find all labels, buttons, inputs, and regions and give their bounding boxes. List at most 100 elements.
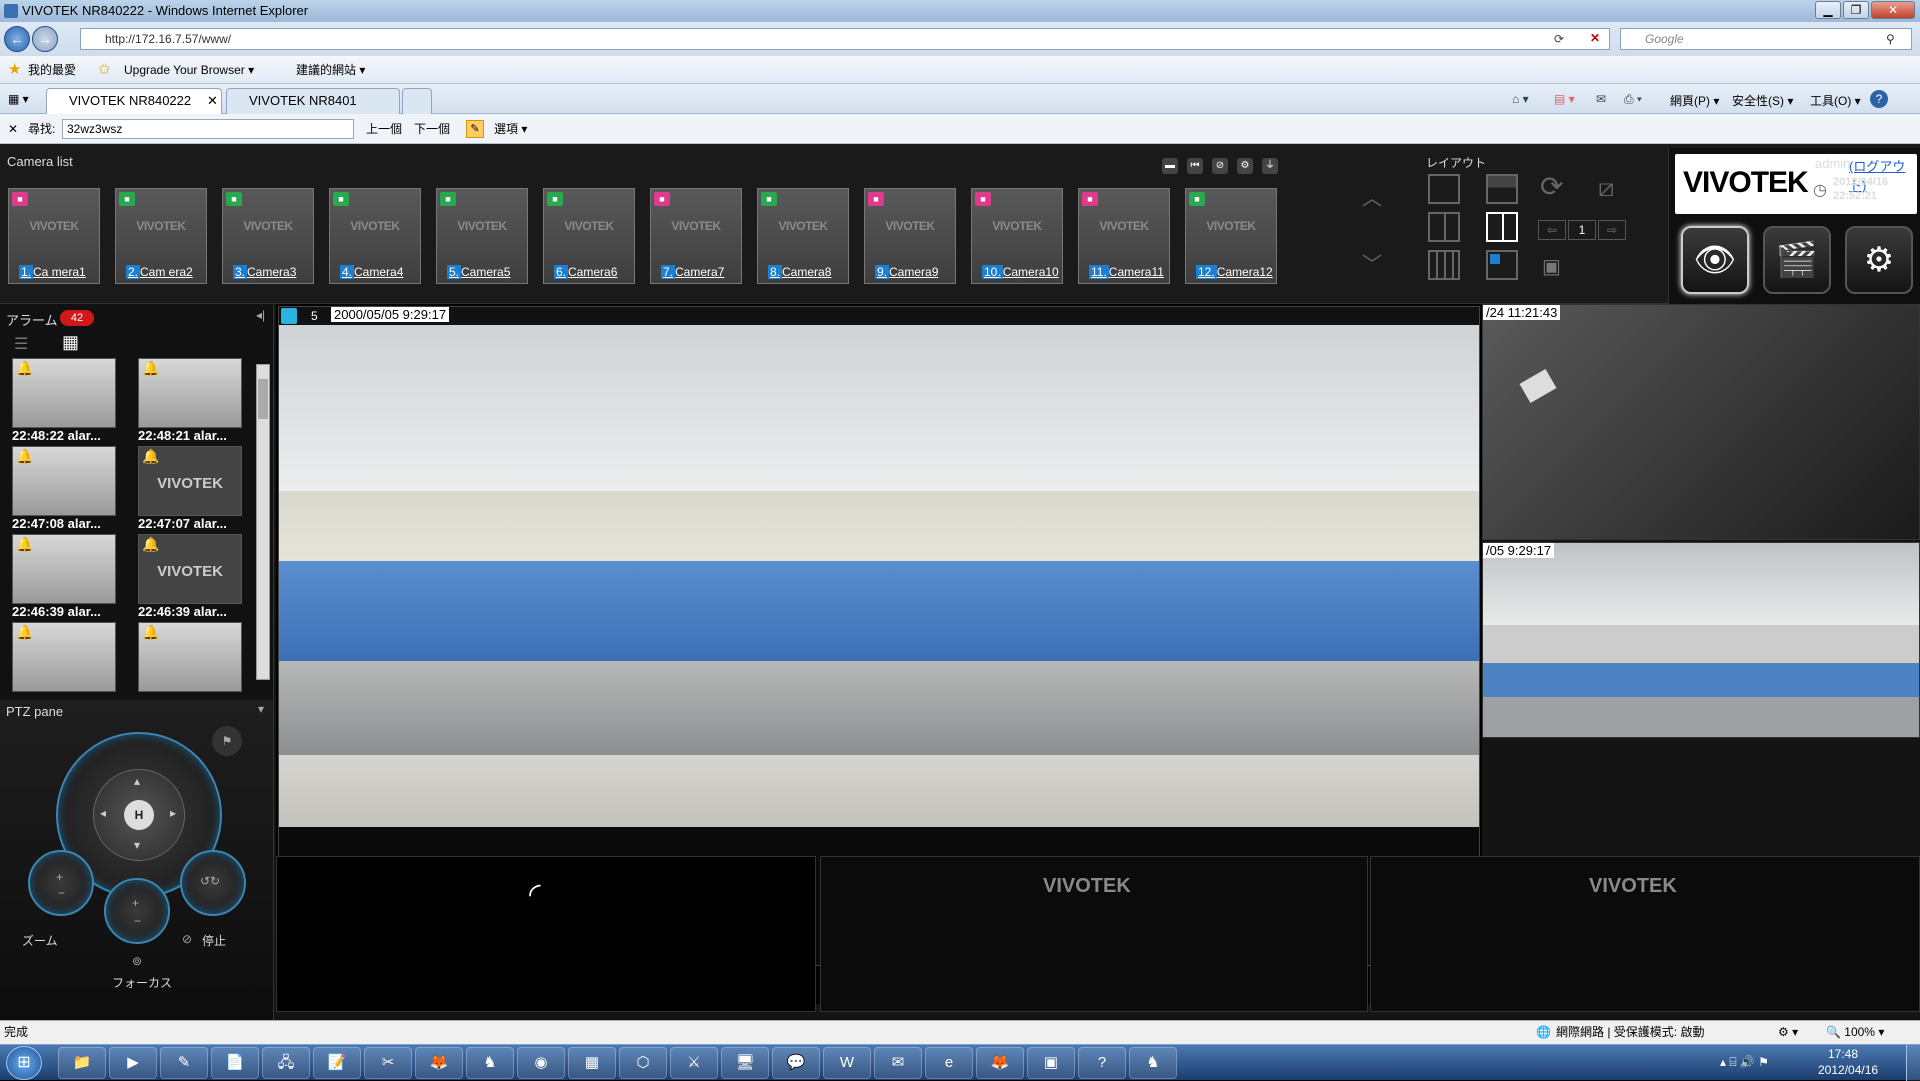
taskbar-ie-icon[interactable]: e bbox=[925, 1047, 973, 1079]
taskbar-game-alt-icon[interactable]: ♞ bbox=[1129, 1047, 1177, 1079]
show-desktop-button[interactable] bbox=[1906, 1045, 1920, 1081]
taskbar-notes-icon[interactable]: 📄 bbox=[211, 1047, 259, 1079]
feeds-icon[interactable]: ▤ ▾ bbox=[1554, 92, 1575, 106]
camera-thumb-9[interactable]: ■ VIVOTEK 9. Camera9 bbox=[864, 188, 956, 284]
iris-rotate-icon[interactable]: ↺↻ bbox=[200, 874, 220, 888]
scroll-down-icon[interactable]: ﹀ bbox=[1362, 248, 1382, 277]
focus-auto-icon[interactable]: ⊚ bbox=[132, 954, 142, 968]
alarm-item[interactable]: 🔔 22:47:08 alar... bbox=[12, 446, 116, 531]
camera-label[interactable]: 5. Camera5 bbox=[447, 265, 510, 279]
page-menu[interactable]: 網頁(P) ▾ bbox=[1670, 92, 1719, 109]
layout-1plus2-button[interactable] bbox=[1486, 174, 1518, 204]
close-find-icon[interactable]: ✕ bbox=[8, 114, 18, 144]
ptz-collapse-icon[interactable]: ▾ bbox=[258, 702, 264, 716]
video-tile-empty-1[interactable]: VIVOTEK bbox=[820, 856, 1368, 1012]
alarm-item[interactable]: 🔔 bbox=[12, 622, 116, 706]
camera-label[interactable]: 1. Ca mera1 bbox=[19, 265, 86, 279]
page-prev-button[interactable]: ⇦ bbox=[1538, 220, 1566, 240]
ptz-direction-pad[interactable]: ▴ ▾ ◂ ▸ H bbox=[93, 769, 185, 861]
taskbar-virtualbox-icon[interactable]: ⬡ bbox=[619, 1047, 667, 1079]
stop-icon-ptz[interactable]: ⊘ bbox=[182, 932, 192, 946]
taskbar-sticky-icon[interactable]: ✎ bbox=[160, 1047, 208, 1079]
camera-label[interactable]: 4. Camera4 bbox=[340, 265, 403, 279]
camera-list-icon-2[interactable]: ⏮ bbox=[1187, 158, 1203, 174]
highlight-icon[interactable]: ✎ bbox=[466, 120, 484, 138]
alarm-scroll-thumb[interactable] bbox=[258, 379, 268, 419]
add-favorite-icon[interactable]: ✩ bbox=[98, 56, 111, 84]
find-options-menu[interactable]: 選項 ▾ bbox=[494, 114, 527, 144]
maximize-button[interactable]: ❐ bbox=[1843, 1, 1869, 19]
taskbar-word-icon[interactable]: W bbox=[823, 1047, 871, 1079]
camera-thumb-4[interactable]: ■ VIVOTEK 4. Camera4 bbox=[329, 188, 421, 284]
taskbar-media-player-icon[interactable]: ▶ bbox=[109, 1047, 157, 1079]
mail-icon[interactable]: ✉ bbox=[1596, 92, 1606, 106]
side-video-tile-top[interactable]: /24 11:21:43 bbox=[1482, 304, 1920, 540]
camera-label[interactable]: 11. Camera11 bbox=[1089, 265, 1164, 279]
start-button[interactable]: ⊞ bbox=[6, 1046, 42, 1080]
alarm-item[interactable]: 🔔 22:48:21 alar... bbox=[138, 358, 242, 443]
tab-vivotek-nr8401[interactable]: VIVOTEK NR8401 bbox=[226, 88, 400, 114]
taskbar-snipping-icon[interactable]: ✂ bbox=[364, 1047, 412, 1079]
scroll-up-icon[interactable]: ︿ bbox=[1362, 182, 1382, 211]
taskbar-badge-icon[interactable]: ⚔ bbox=[670, 1047, 718, 1079]
focus-near-icon[interactable]: + bbox=[132, 896, 139, 910]
close-window-button[interactable]: ✕ bbox=[1871, 1, 1915, 19]
tray-icons[interactable]: ▴ ⌸ 🔊 ⚑ bbox=[1720, 1055, 1769, 1070]
layout-3x3-button[interactable] bbox=[1428, 250, 1460, 280]
new-tab-button[interactable] bbox=[402, 88, 432, 114]
search-input[interactable]: Google bbox=[1620, 28, 1912, 50]
zoom-in-icon[interactable]: + bbox=[56, 870, 63, 884]
stop-icon[interactable]: ✕ bbox=[1590, 31, 1600, 45]
alarm-item[interactable]: VIVOTEK 🔔 22:46:39 alar... bbox=[138, 534, 242, 619]
grid-view-icon[interactable]: ▦ bbox=[62, 332, 79, 353]
fav-upgrade-link[interactable]: Upgrade Your Browser ▾ bbox=[124, 56, 254, 84]
camera-thumb-1[interactable]: ■ VIVOTEK 1. Ca mera1 bbox=[8, 188, 100, 284]
taskbar-firefox-icon[interactable]: 🦊 bbox=[415, 1047, 463, 1079]
taskbar-firefox-alt-icon[interactable]: 🦊 bbox=[976, 1047, 1024, 1079]
quick-tabs-icon[interactable]: ▦ ▾ bbox=[8, 92, 29, 106]
back-button[interactable]: ← bbox=[4, 26, 30, 52]
taskbar-chrome-icon[interactable]: ◉ bbox=[517, 1047, 565, 1079]
playback-clapper-button[interactable]: 🎬 bbox=[1763, 226, 1831, 294]
tools-menu[interactable]: 工具(O) ▾ bbox=[1810, 92, 1861, 109]
taskbar-explorer-icon[interactable]: 📁 bbox=[58, 1047, 106, 1079]
help-icon[interactable]: ? bbox=[1870, 90, 1888, 108]
taskbar-mail-icon[interactable]: ✉ bbox=[874, 1047, 922, 1079]
taskbar-remote-desktop-icon[interactable]: 🖥 bbox=[721, 1047, 769, 1079]
layout-1x1-button[interactable] bbox=[1428, 174, 1460, 204]
ptz-left-icon[interactable]: ◂ bbox=[100, 806, 106, 820]
camera-list-icon-5[interactable]: ⏚ bbox=[1262, 158, 1278, 174]
layout-custom-button[interactable] bbox=[1486, 250, 1518, 280]
focus-control[interactable]: + − bbox=[104, 878, 170, 944]
zoom-control[interactable]: + − bbox=[28, 850, 94, 916]
liveview-eye-button[interactable]: 👁 bbox=[1681, 226, 1749, 294]
taskbar-calculator-icon[interactable]: ▦ bbox=[568, 1047, 616, 1079]
disable-video-icon[interactable]: ⧄ bbox=[1598, 172, 1615, 204]
camera-label[interactable]: 9. Camera9 bbox=[875, 265, 938, 279]
camera-label[interactable]: 7. Camera7 bbox=[661, 265, 724, 279]
find-next-button[interactable]: 下一個 bbox=[414, 114, 450, 144]
close-tab-icon[interactable]: ✕ bbox=[207, 89, 218, 113]
camera-label[interactable]: 12. Camera12 bbox=[1196, 265, 1273, 279]
settings-gear-button[interactable]: ⚙ bbox=[1845, 226, 1913, 294]
find-prev-button[interactable]: 上一個 bbox=[366, 114, 402, 144]
video-tile-loading[interactable]: ◜ bbox=[276, 856, 816, 1012]
alarm-item[interactable]: 🔔 bbox=[138, 622, 242, 706]
alarm-item[interactable]: 🔔 22:48:22 alar... bbox=[12, 358, 116, 443]
taskbar-terminal-icon[interactable]: ▣ bbox=[1027, 1047, 1075, 1079]
list-view-icon[interactable]: ☰ bbox=[14, 334, 28, 354]
refresh-icon[interactable]: ⟳ bbox=[1554, 32, 1564, 46]
address-input[interactable]: http://172.16.7.57/www/ bbox=[80, 28, 1610, 50]
taskbar-network-icon[interactable]: 🖧 bbox=[262, 1047, 310, 1079]
favorites-button[interactable]: 我的最愛 bbox=[28, 56, 76, 84]
camera-thumb-10[interactable]: ■ VIVOTEK 10. Camera10 bbox=[971, 188, 1063, 284]
camera-label[interactable]: 2. Cam era2 bbox=[126, 265, 193, 279]
alarm-item[interactable]: 🔔 22:46:39 alar... bbox=[12, 534, 116, 619]
camera-label[interactable]: 6. Camera6 bbox=[554, 265, 617, 279]
ptz-up-icon[interactable]: ▴ bbox=[134, 774, 140, 788]
ptz-right-icon[interactable]: ▸ bbox=[170, 806, 176, 820]
camera-thumb-6[interactable]: ■ VIVOTEK 6. Camera6 bbox=[543, 188, 635, 284]
focus-far-icon[interactable]: − bbox=[134, 914, 141, 928]
camera-thumb-3[interactable]: ■ VIVOTEK 3. Camera3 bbox=[222, 188, 314, 284]
taskbar-game-icon[interactable]: ♞ bbox=[466, 1047, 514, 1079]
